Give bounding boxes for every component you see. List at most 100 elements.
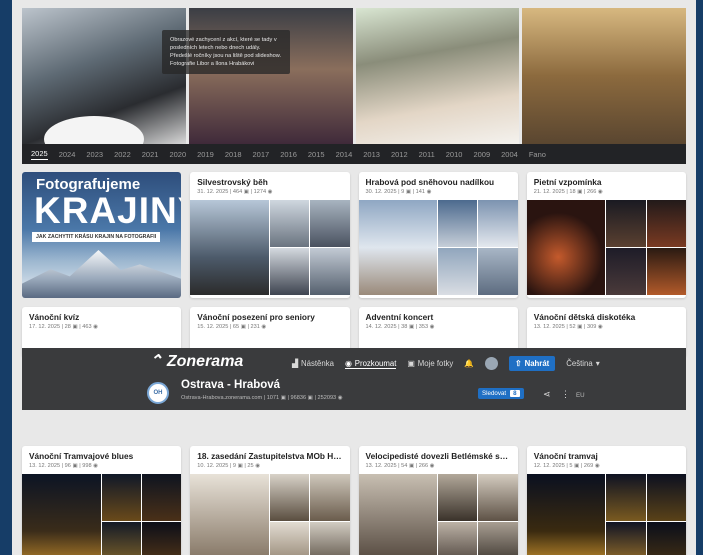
- album-owner-title[interactable]: Ostrava - Hrabová: [181, 379, 280, 391]
- year-tab-2010[interactable]: 2010: [446, 150, 463, 159]
- album-title: Velocipedisté dovezli Betlémské světl: [365, 451, 515, 461]
- album-thumbnails: [22, 474, 182, 555]
- album-meta: 13. 12. 2025 | 96 ▣ | 998 ◉: [29, 463, 99, 469]
- compass-icon: ◉: [344, 358, 352, 368]
- hero-caption: Obrazové zachycení z akcí, které se tady…: [162, 30, 290, 74]
- notifications-icon[interactable]: 🔔: [464, 359, 474, 368]
- year-tab-2023[interactable]: 2023: [86, 150, 103, 159]
- album-title: Pietní vzpomínka: [533, 177, 602, 187]
- year-tab-2025[interactable]: 2025: [31, 149, 48, 160]
- album-card[interactable]: 18. zasedání Zastupitelstva MOb Hral 10.…: [190, 446, 350, 555]
- album-grid-lower: Vánoční Tramvajové blues 13. 12. 2025 | …: [22, 446, 686, 555]
- follow-button[interactable]: Sledovat 8: [478, 388, 524, 399]
- top-navbar: ⌃ Zonerama ▟ Nástěnka ◉ Prozkoumat ▣ Moje f…: [22, 348, 686, 374]
- language-label: Čeština: [566, 359, 593, 368]
- hero-slideshow[interactable]: Obrazové zachycení z akcí, které se tady…: [22, 8, 686, 144]
- album-owner-meta: Ostrava-Hrabova.zonerama.com | 1071 ▣ | …: [181, 395, 343, 401]
- album-thumbnails: [358, 200, 518, 295]
- year-tab-2014[interactable]: 2014: [336, 150, 353, 159]
- chevron-down-icon: ▾: [595, 359, 600, 368]
- album-header: OH Ostrava - Hrabová Ostrava-Hrabova.zon…: [22, 374, 686, 410]
- album-title: Vánoční dětská diskotéka: [533, 312, 636, 322]
- chart-icon: ▟: [292, 359, 298, 368]
- album-card[interactable]: Vánoční tramvaj 12. 12. 2025 | 5 ▣ | 269…: [526, 446, 686, 555]
- album-meta: 21. 12. 2025 | 18 ▣ | 266 ◉: [533, 189, 603, 195]
- album-thumbnails: [526, 200, 686, 295]
- year-bar: 2025 2024 2023 2022 2021 2020 2019 2018 2017 2016…: [22, 144, 686, 164]
- share-icon[interactable]: ⋖: [543, 389, 551, 400]
- year-tab-2016[interactable]: 2016: [280, 150, 297, 159]
- year-tab-2022[interactable]: 2022: [114, 150, 131, 159]
- hero-photo-4[interactable]: [522, 8, 686, 144]
- year-tab-2021[interactable]: 2021: [142, 150, 159, 159]
- album-meta: 10. 12. 2025 | 9 ▣ | 25 ◉: [197, 463, 261, 469]
- main-nav: ▟ Nástěnka ◉ Prozkoumat ▣ Moje fotky 🔔 ⇧ Nah…: [292, 356, 600, 371]
- promo-line-3: JAK ZACHYTIT KRÁSU KRAJIN NA FOTOGRAFII: [32, 232, 161, 242]
- album-meta: 12. 12. 2025 | 5 ▣ | 269 ◉: [533, 463, 600, 469]
- year-tab-fano[interactable]: Fano: [529, 150, 546, 159]
- album-card[interactable]: Velocipedisté dovezli Betlémské světl 13…: [358, 446, 518, 555]
- album-title: Vánoční tramvaj: [533, 451, 598, 461]
- album-meta: 17. 12. 2025 | 28 ▣ | 463 ◉: [29, 324, 99, 330]
- nav-item-prozkoumat[interactable]: ◉ Prozkoumat: [344, 358, 397, 369]
- nav-item-moje-fotky[interactable]: ▣ Moje fotky: [407, 359, 453, 368]
- year-tab-2004[interactable]: 2004: [501, 150, 518, 159]
- page-frame: Obrazové zachycení z akcí, které se tady…: [12, 0, 696, 555]
- album-meta: 14. 12. 2025 | 38 ▣ | 353 ◉: [365, 324, 435, 330]
- photos-icon: ▣: [407, 359, 415, 368]
- nav-label: Nástěnka: [301, 359, 334, 368]
- nav-label: Prozkoumat: [354, 358, 397, 368]
- hero-table: [44, 116, 144, 144]
- album-thumbnails: [190, 200, 350, 295]
- album-meta: 13. 12. 2025 | 52 ▣ | 309 ◉: [533, 324, 603, 330]
- album-title: Silvestrovský běh: [197, 177, 268, 187]
- promo-banner[interactable]: Fotografujeme KRAJINY JAK ZACHYTIT KRÁSU…: [22, 172, 182, 298]
- album-card[interactable]: Silvestrovský běh 31. 12. 2025 | 464 ▣ |…: [190, 172, 350, 298]
- nav-item-nastenka[interactable]: ▟ Nástěnka: [292, 359, 334, 368]
- more-icon[interactable]: ⋮: [561, 389, 570, 400]
- album-card[interactable]: Pietní vzpomínka 21. 12. 2025 | 18 ▣ | 2…: [526, 172, 686, 298]
- zonerama-logo[interactable]: ⌃ Zonerama: [149, 351, 243, 371]
- year-tab-2015[interactable]: 2015: [308, 150, 325, 159]
- upload-button[interactable]: ⇧ Nahrát: [509, 356, 556, 371]
- album-thumbnails: [358, 474, 518, 555]
- year-tab-2012[interactable]: 2012: [391, 150, 408, 159]
- promo-line-2: KRAJINY: [34, 190, 181, 231]
- user-avatar[interactable]: [485, 357, 499, 370]
- album-title: Vánoční Tramvajové blues: [29, 451, 134, 461]
- album-title: 18. zasedání Zastupitelstva MOb Hral: [197, 451, 344, 461]
- logo-text: Zonerama: [166, 353, 244, 370]
- album-meta: 15. 12. 2025 | 65 ▣ | 231 ◉: [197, 324, 267, 330]
- hero-photo-3[interactable]: [355, 8, 520, 144]
- hero-photo-1[interactable]: [22, 8, 186, 144]
- album-card[interactable]: Vánoční Tramvajové blues 13. 12. 2025 | …: [22, 446, 182, 555]
- album-meta: 30. 12. 2025 | 9 ▣ | 141 ◉: [365, 189, 432, 195]
- album-meta: 13. 12. 2025 | 54 ▣ | 266 ◉: [365, 463, 435, 469]
- year-tab-2017[interactable]: 2017: [253, 150, 270, 159]
- follow-count: 8: [510, 390, 520, 397]
- year-tab-2013[interactable]: 2013: [363, 150, 380, 159]
- year-tab-2018[interactable]: 2018: [225, 150, 242, 159]
- logo-mark-icon: ⌃: [149, 353, 167, 370]
- eu-badge: EU: [576, 392, 585, 399]
- hero-photo-2[interactable]: [188, 8, 353, 144]
- year-tab-2009[interactable]: 2009: [473, 150, 490, 159]
- album-title: Hrabová pod sněhovou nadílkou: [365, 177, 495, 187]
- album-meta: 31. 12. 2025 | 464 ▣ | 1274 ◉: [197, 189, 273, 195]
- language-select[interactable]: Čeština ▾: [566, 359, 599, 368]
- year-tab-2019[interactable]: 2019: [197, 150, 214, 159]
- album-title: Vánoční kvíz: [29, 312, 80, 322]
- upload-label: Nahrát: [524, 359, 550, 368]
- year-tab-2011[interactable]: 2011: [419, 150, 435, 159]
- album-thumbnails: [526, 474, 686, 555]
- album-thumbnails: [190, 474, 350, 555]
- year-tab-2024[interactable]: 2024: [59, 150, 76, 159]
- nav-label: Moje fotky: [417, 359, 454, 368]
- mountain-graphic: [22, 250, 182, 298]
- album-title: Vánoční posezení pro seniory: [197, 312, 315, 322]
- album-avatar[interactable]: OH: [147, 382, 169, 404]
- album-card[interactable]: Hrabová pod sněhovou nadílkou 30. 12. 20…: [358, 172, 518, 298]
- album-grid: Fotografujeme KRAJINY JAK ZACHYTIT KRÁSU…: [22, 172, 686, 357]
- upload-icon: ⇧: [515, 359, 522, 368]
- year-tab-2020[interactable]: 2020: [169, 150, 186, 159]
